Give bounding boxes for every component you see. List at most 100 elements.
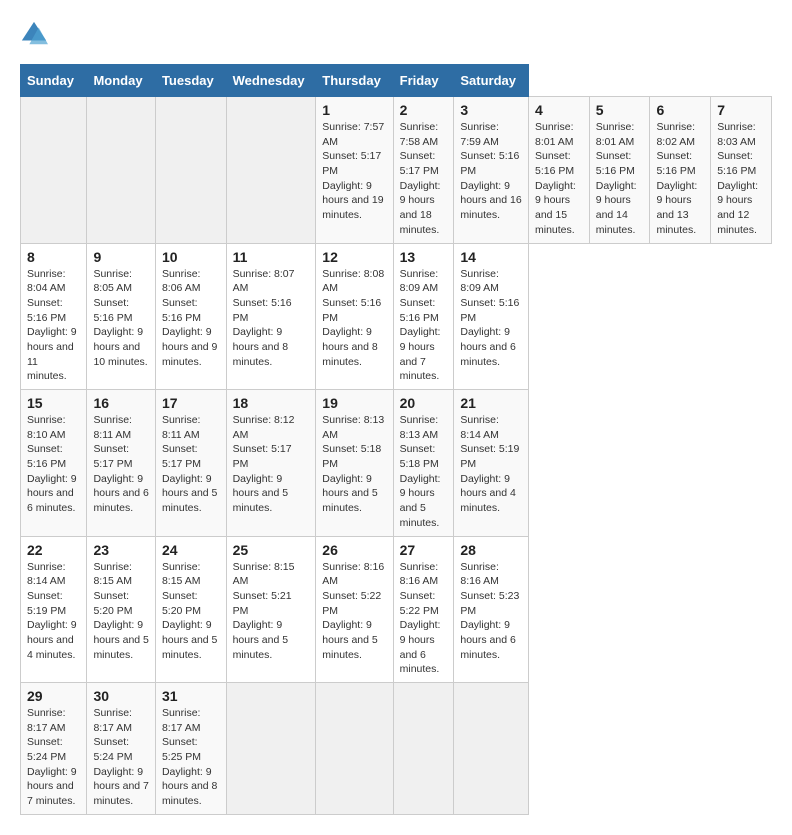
day-info: Sunrise: 8:06 AMSunset: 5:16 PMDaylight:…	[162, 267, 220, 370]
day-info: Sunrise: 8:11 AMSunset: 5:17 PMDaylight:…	[162, 413, 220, 516]
day-info: Sunrise: 8:07 AMSunset: 5:16 PMDaylight:…	[233, 267, 310, 370]
calendar-cell: 26 Sunrise: 8:16 AMSunset: 5:22 PMDayligh…	[316, 536, 393, 683]
calendar-cell: 24 Sunrise: 8:15 AMSunset: 5:20 PMDayligh…	[155, 536, 226, 683]
calendar-cell: 9Sunrise: 8:05 AMSunset: 5:16 PMDaylight…	[87, 243, 156, 390]
calendar-cell: 23 Sunrise: 8:15 AMSunset: 5:20 PMDayligh…	[87, 536, 156, 683]
day-info: Sunrise: 8:15 AMSunset: 5:21 PMDaylight:…	[233, 560, 310, 663]
day-info: Sunrise: 8:02 AMSunset: 5:16 PMDaylight:…	[656, 120, 704, 238]
day-info: Sunrise: 8:01 AMSunset: 5:16 PMDaylight:…	[535, 120, 583, 238]
day-info: Sunrise: 7:57 AMSunset: 5:17 PMDaylight:…	[322, 120, 386, 223]
day-number: 18	[233, 395, 310, 411]
day-info: Sunrise: 8:03 AMSunset: 5:16 PMDaylight:…	[717, 120, 765, 238]
calendar-cell: 18 Sunrise: 8:12 AMSunset: 5:17 PMDayligh…	[226, 390, 316, 537]
day-info: Sunrise: 8:11 AMSunset: 5:17 PMDaylight:…	[93, 413, 149, 516]
day-number: 20	[400, 395, 448, 411]
day-info: Sunrise: 8:16 AMSunset: 5:22 PMDaylight:…	[400, 560, 448, 678]
day-number: 17	[162, 395, 220, 411]
day-number: 15	[27, 395, 80, 411]
calendar-cell: 29 Sunrise: 8:17 AMSunset: 5:24 PMDayligh…	[21, 683, 87, 815]
calendar-cell: 16Sunrise: 8:11 AMSunset: 5:17 PMDayligh…	[87, 390, 156, 537]
day-info: Sunrise: 8:04 AMSunset: 5:16 PMDaylight:…	[27, 267, 80, 385]
calendar-cell	[454, 683, 529, 815]
day-info: Sunrise: 8:16 AMSunset: 5:22 PMDaylight:…	[322, 560, 386, 663]
day-number: 12	[322, 249, 386, 265]
day-number: 10	[162, 249, 220, 265]
calendar-week-row: 22Sunrise: 8:14 AMSunset: 5:19 PMDayligh…	[21, 536, 772, 683]
day-info: Sunrise: 8:17 AMSunset: 5:24 PMDaylight:…	[93, 706, 149, 809]
day-number: 31	[162, 688, 220, 704]
day-number: 2	[400, 102, 448, 118]
day-number: 13	[400, 249, 448, 265]
calendar-cell: 15 Sunrise: 8:10 AMSunset: 5:16 PMDayligh…	[21, 390, 87, 537]
calendar-cell: 27Sunrise: 8:16 AMSunset: 5:22 PMDayligh…	[393, 536, 454, 683]
day-info: Sunrise: 8:13 AMSunset: 5:18 PMDaylight:…	[322, 413, 386, 516]
calendar-cell: 13 Sunrise: 8:09 AMSunset: 5:16 PMDayligh…	[393, 243, 454, 390]
calendar-week-row: 8 Sunrise: 8:04 AMSunset: 5:16 PMDaylight…	[21, 243, 772, 390]
day-info: Sunrise: 8:15 AMSunset: 5:20 PMDaylight:…	[162, 560, 220, 663]
calendar-cell: 4Sunrise: 8:01 AMSunset: 5:16 PMDaylight…	[529, 97, 590, 244]
day-number: 25	[233, 542, 310, 558]
calendar-cell: 6Sunrise: 8:02 AMSunset: 5:16 PMDaylight…	[650, 97, 711, 244]
calendar-header-row: SundayMondayTuesdayWednesdayThursdayFrid…	[21, 65, 772, 97]
calendar-cell: 3Sunrise: 7:59 AMSunset: 5:16 PMDaylight…	[454, 97, 529, 244]
day-number: 8	[27, 249, 80, 265]
calendar-cell: 21 Sunrise: 8:14 AMSunset: 5:19 PMDayligh…	[454, 390, 529, 537]
calendar-cell: 5 Sunrise: 8:01 AMSunset: 5:16 PMDaylight…	[589, 97, 650, 244]
day-number: 5	[596, 102, 644, 118]
day-number: 30	[93, 688, 149, 704]
day-info: Sunrise: 8:10 AMSunset: 5:16 PMDaylight:…	[27, 413, 80, 516]
day-info: Sunrise: 8:17 AMSunset: 5:24 PMDaylight:…	[27, 706, 80, 809]
column-header-monday: Monday	[87, 65, 156, 97]
calendar-week-row: 15 Sunrise: 8:10 AMSunset: 5:16 PMDayligh…	[21, 390, 772, 537]
day-number: 29	[27, 688, 80, 704]
logo	[20, 20, 52, 48]
calendar-cell: 31 Sunrise: 8:17 AMSunset: 5:25 PMDayligh…	[155, 683, 226, 815]
calendar-cell: 30 Sunrise: 8:17 AMSunset: 5:24 PMDayligh…	[87, 683, 156, 815]
day-info: Sunrise: 8:14 AMSunset: 5:19 PMDaylight:…	[460, 413, 522, 516]
day-number: 24	[162, 542, 220, 558]
day-number: 26	[322, 542, 386, 558]
day-info: Sunrise: 8:01 AMSunset: 5:16 PMDaylight:…	[596, 120, 644, 238]
calendar-cell: 1 Sunrise: 7:57 AMSunset: 5:17 PMDaylight…	[316, 97, 393, 244]
day-number: 21	[460, 395, 522, 411]
calendar-cell: 22Sunrise: 8:14 AMSunset: 5:19 PMDayligh…	[21, 536, 87, 683]
day-number: 7	[717, 102, 765, 118]
day-number: 28	[460, 542, 522, 558]
day-number: 11	[233, 249, 310, 265]
day-number: 14	[460, 249, 522, 265]
day-number: 23	[93, 542, 149, 558]
column-header-tuesday: Tuesday	[155, 65, 226, 97]
logo-icon	[20, 20, 48, 48]
calendar-cell	[316, 683, 393, 815]
day-number: 19	[322, 395, 386, 411]
column-header-sunday: Sunday	[21, 65, 87, 97]
column-header-friday: Friday	[393, 65, 454, 97]
day-info: Sunrise: 8:08 AMSunset: 5:16 PMDaylight:…	[322, 267, 386, 370]
calendar-cell	[226, 683, 316, 815]
day-number: 3	[460, 102, 522, 118]
day-info: Sunrise: 8:14 AMSunset: 5:19 PMDaylight:…	[27, 560, 80, 663]
day-info: Sunrise: 8:05 AMSunset: 5:16 PMDaylight:…	[93, 267, 149, 370]
calendar-cell	[226, 97, 316, 244]
day-info: Sunrise: 8:13 AMSunset: 5:18 PMDaylight:…	[400, 413, 448, 531]
calendar-cell: 12 Sunrise: 8:08 AMSunset: 5:16 PMDayligh…	[316, 243, 393, 390]
day-info: Sunrise: 7:58 AMSunset: 5:17 PMDaylight:…	[400, 120, 448, 238]
calendar-cell	[155, 97, 226, 244]
calendar-cell	[87, 97, 156, 244]
calendar-cell: 7 Sunrise: 8:03 AMSunset: 5:16 PMDaylight…	[711, 97, 772, 244]
calendar-cell: 2 Sunrise: 7:58 AMSunset: 5:17 PMDaylight…	[393, 97, 454, 244]
calendar-week-row: 29 Sunrise: 8:17 AMSunset: 5:24 PMDayligh…	[21, 683, 772, 815]
calendar-cell: 25 Sunrise: 8:15 AMSunset: 5:21 PMDayligh…	[226, 536, 316, 683]
day-info: Sunrise: 8:09 AMSunset: 5:16 PMDaylight:…	[400, 267, 448, 385]
calendar-week-row: 1 Sunrise: 7:57 AMSunset: 5:17 PMDaylight…	[21, 97, 772, 244]
calendar-cell	[393, 683, 454, 815]
column-header-wednesday: Wednesday	[226, 65, 316, 97]
calendar-cell: 11 Sunrise: 8:07 AMSunset: 5:16 PMDayligh…	[226, 243, 316, 390]
calendar-cell: 14Sunrise: 8:09 AMSunset: 5:16 PMDayligh…	[454, 243, 529, 390]
day-info: Sunrise: 8:17 AMSunset: 5:25 PMDaylight:…	[162, 706, 220, 809]
day-info: Sunrise: 8:15 AMSunset: 5:20 PMDaylight:…	[93, 560, 149, 663]
page-header	[20, 20, 772, 48]
day-number: 1	[322, 102, 386, 118]
calendar-cell: 28Sunrise: 8:16 AMSunset: 5:23 PMDayligh…	[454, 536, 529, 683]
day-info: Sunrise: 8:12 AMSunset: 5:17 PMDaylight:…	[233, 413, 310, 516]
